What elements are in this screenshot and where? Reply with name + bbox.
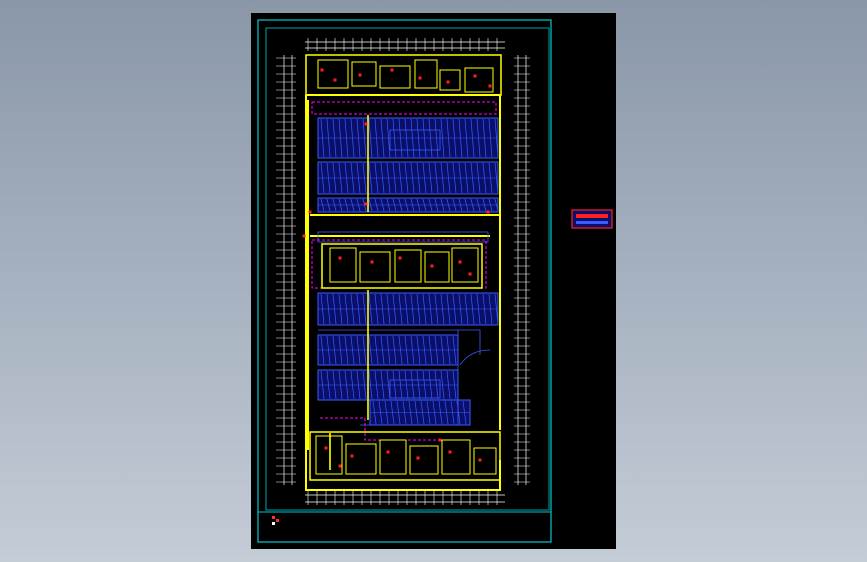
service-block-middle <box>321 243 483 289</box>
right-dimension-ticks <box>517 55 527 485</box>
service-block-top <box>305 54 502 96</box>
legend-box <box>571 209 613 229</box>
left-dimension-ticks <box>283 55 293 485</box>
cad-drawing <box>257 19 613 543</box>
service-block-bottom <box>309 431 501 481</box>
title-block-mark <box>272 516 279 525</box>
outer-frame <box>257 19 552 543</box>
dimension-tick-marks <box>276 38 530 505</box>
